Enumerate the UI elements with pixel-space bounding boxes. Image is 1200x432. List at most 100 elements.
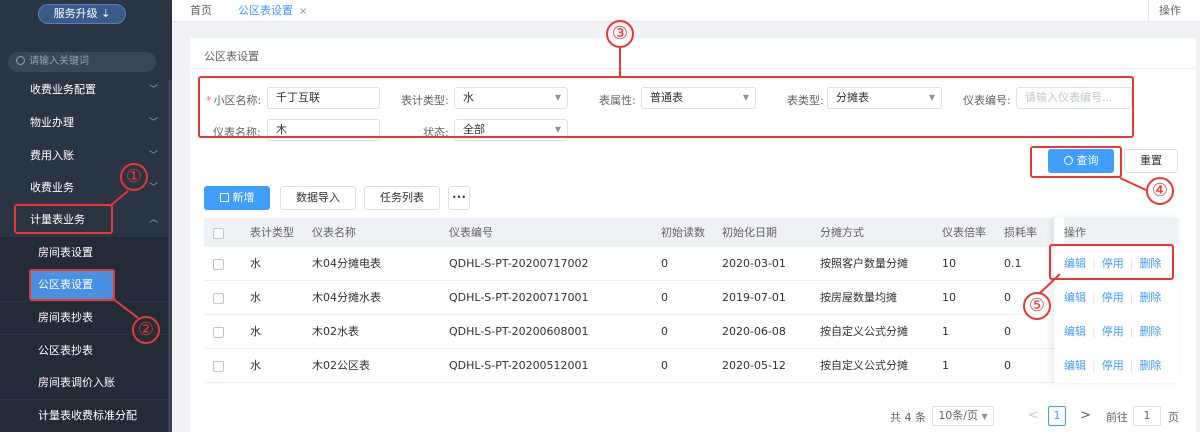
submenu-room-price-adjust[interactable]: 房间表调价入账	[0, 367, 172, 399]
header-cell: 初始读数	[661, 226, 705, 239]
page-size-select[interactable]: 10条/页 ▼	[932, 406, 994, 426]
menu-label: 收费业务	[30, 181, 74, 194]
sidebar-scrollbar[interactable]	[168, 80, 172, 432]
reset-button[interactable]: 重置	[1124, 149, 1178, 173]
delete-link[interactable]: 删除	[1139, 325, 1161, 338]
delete-link[interactable]: 删除	[1139, 359, 1161, 372]
edit-link[interactable]: 编辑	[1064, 359, 1086, 372]
cell-loss: 0	[1004, 325, 1011, 338]
edit-link[interactable]: 编辑	[1064, 291, 1086, 304]
annotation-box-3	[198, 76, 1134, 138]
row-checkbox[interactable]	[213, 315, 224, 348]
goto-page-input[interactable]: 1	[1133, 406, 1161, 426]
edit-link[interactable]: 编辑	[1064, 325, 1086, 338]
menu-label: 收费业务配置	[30, 83, 96, 96]
menu-label: 物业办理	[30, 116, 74, 129]
checkbox-box	[213, 360, 224, 372]
header-cell: 分摊方式	[820, 226, 864, 239]
annotation-marker-5: ⑤	[1023, 292, 1051, 320]
cell-loss: 0	[1004, 291, 1011, 304]
operations-menu[interactable]: 操作	[1148, 0, 1200, 22]
cell-type: 水	[250, 291, 261, 304]
operations-column: 操作 编辑 | 停用 | 删除 编辑 | 停用 | 删除 编辑 | 停用 | 删除 编辑 | 停用 | 删除	[1054, 218, 1179, 383]
separator: |	[1129, 359, 1134, 372]
button-label: 新增	[232, 191, 255, 204]
cell-init: 0	[661, 291, 668, 304]
submenu-room-meter-settings[interactable]: 房间表设置	[0, 237, 172, 269]
cell-init: 0	[661, 257, 668, 270]
cell-init: 0	[661, 325, 668, 338]
import-button[interactable]: 数据导入	[280, 186, 356, 210]
annotation-box-2	[29, 269, 115, 301]
cell-code: QDHL-S-PT-20200717001	[449, 291, 589, 304]
task-list-button[interactable]: 任务列表	[364, 186, 440, 210]
disable-link[interactable]: 停用	[1102, 291, 1124, 304]
annotation-box-1	[14, 204, 113, 234]
next-page-button[interactable]: >	[1080, 408, 1091, 423]
tab-public-meter-settings[interactable]: 公区表设置 ×	[238, 0, 307, 22]
row-checkbox[interactable]	[213, 247, 224, 280]
annotation-marker-3: ③	[606, 20, 634, 48]
cell-type: 水	[250, 257, 261, 270]
cell-rate: 1	[942, 325, 949, 338]
delete-link[interactable]: 删除	[1139, 291, 1161, 304]
cell-date: 2020-05-12	[722, 359, 786, 372]
chevron-down-icon: ﹀	[148, 183, 158, 193]
header-cell: 表计类型	[250, 226, 294, 239]
row-actions: 编辑 | 停用 | 删除	[1064, 349, 1161, 383]
chevron-down-icon: ▼	[981, 412, 988, 421]
cell-method: 按照客户数量分摊	[820, 257, 908, 270]
cell-code: QDHL-S-PT-20200512001	[449, 359, 589, 372]
more-button[interactable]: •••	[448, 186, 470, 210]
close-icon[interactable]: ×	[299, 6, 307, 17]
checkbox-box	[213, 258, 224, 270]
annotation-marker-2: ②	[132, 316, 160, 344]
add-button[interactable]: 新增	[204, 186, 270, 210]
service-upgrade-button[interactable]: 服务升级 ⇣	[38, 4, 126, 24]
header-cell: 损耗率	[1004, 226, 1037, 239]
separator: |	[1092, 359, 1096, 372]
sidebar-search-placeholder: 请输入关键词	[29, 56, 89, 67]
submenu-label: 房间表调价入账	[38, 376, 115, 389]
chevron-up-icon: ︿	[148, 215, 158, 225]
header-cell: 仪表名称	[312, 226, 356, 239]
cell-date: 2020-03-01	[722, 257, 786, 270]
separator: |	[1092, 291, 1096, 304]
header-cell: 初始化日期	[722, 226, 777, 239]
chevron-down-icon: ﹀	[148, 85, 158, 95]
page-unit-label: 页	[1168, 411, 1179, 424]
cell-code: QDHL-S-PT-20200717002	[449, 257, 589, 270]
menu-item-property[interactable]: 物业办理 ﹀	[0, 107, 172, 139]
prev-page-button[interactable]: <	[1028, 408, 1039, 423]
submenu-label: 房间表设置	[38, 246, 93, 259]
submenu-fee-standard[interactable]: 计量表收费标准分配	[0, 400, 172, 432]
row-actions: 编辑 | 停用 | 删除	[1064, 281, 1161, 315]
cell-name: 木02公区表	[312, 359, 370, 372]
disable-link[interactable]: 停用	[1102, 359, 1124, 372]
tab-home[interactable]: 首页	[190, 0, 212, 22]
annotation-box-4	[1030, 146, 1122, 178]
cell-method: 按自定义公式分摊	[820, 325, 908, 338]
menu-item-fee-entry[interactable]: 费用入账 ﹀	[0, 140, 172, 172]
row-checkbox[interactable]	[213, 281, 224, 314]
pagination-total: 共 4 条	[890, 411, 926, 424]
select-all-checkbox[interactable]	[213, 218, 224, 247]
chevron-down-icon: ﹀	[148, 151, 158, 161]
edit-icon	[219, 193, 229, 202]
page-number-current[interactable]: 1	[1048, 406, 1066, 426]
table-row: 水 木02水表 QDHL-S-PT-20200608001 0 2020-06-…	[204, 315, 1179, 349]
checkbox-box	[213, 227, 224, 239]
row-checkbox[interactable]	[213, 349, 224, 382]
divider	[190, 68, 1196, 69]
cell-rate: 10	[942, 257, 956, 270]
cell-loss: 0.1	[1004, 257, 1022, 270]
select-value: 10条/页	[938, 409, 979, 422]
menu-item-billing-config[interactable]: 收费业务配置 ﹀	[0, 74, 172, 106]
checkbox-box	[213, 326, 224, 338]
cell-name: 木04分摊水表	[312, 291, 381, 304]
disable-link[interactable]: 停用	[1102, 325, 1124, 338]
header-cell: 仪表倍率	[942, 226, 986, 239]
sidebar-search-input[interactable]: 请输入关键词	[8, 52, 156, 72]
separator: |	[1129, 291, 1134, 304]
cell-type: 水	[250, 359, 261, 372]
